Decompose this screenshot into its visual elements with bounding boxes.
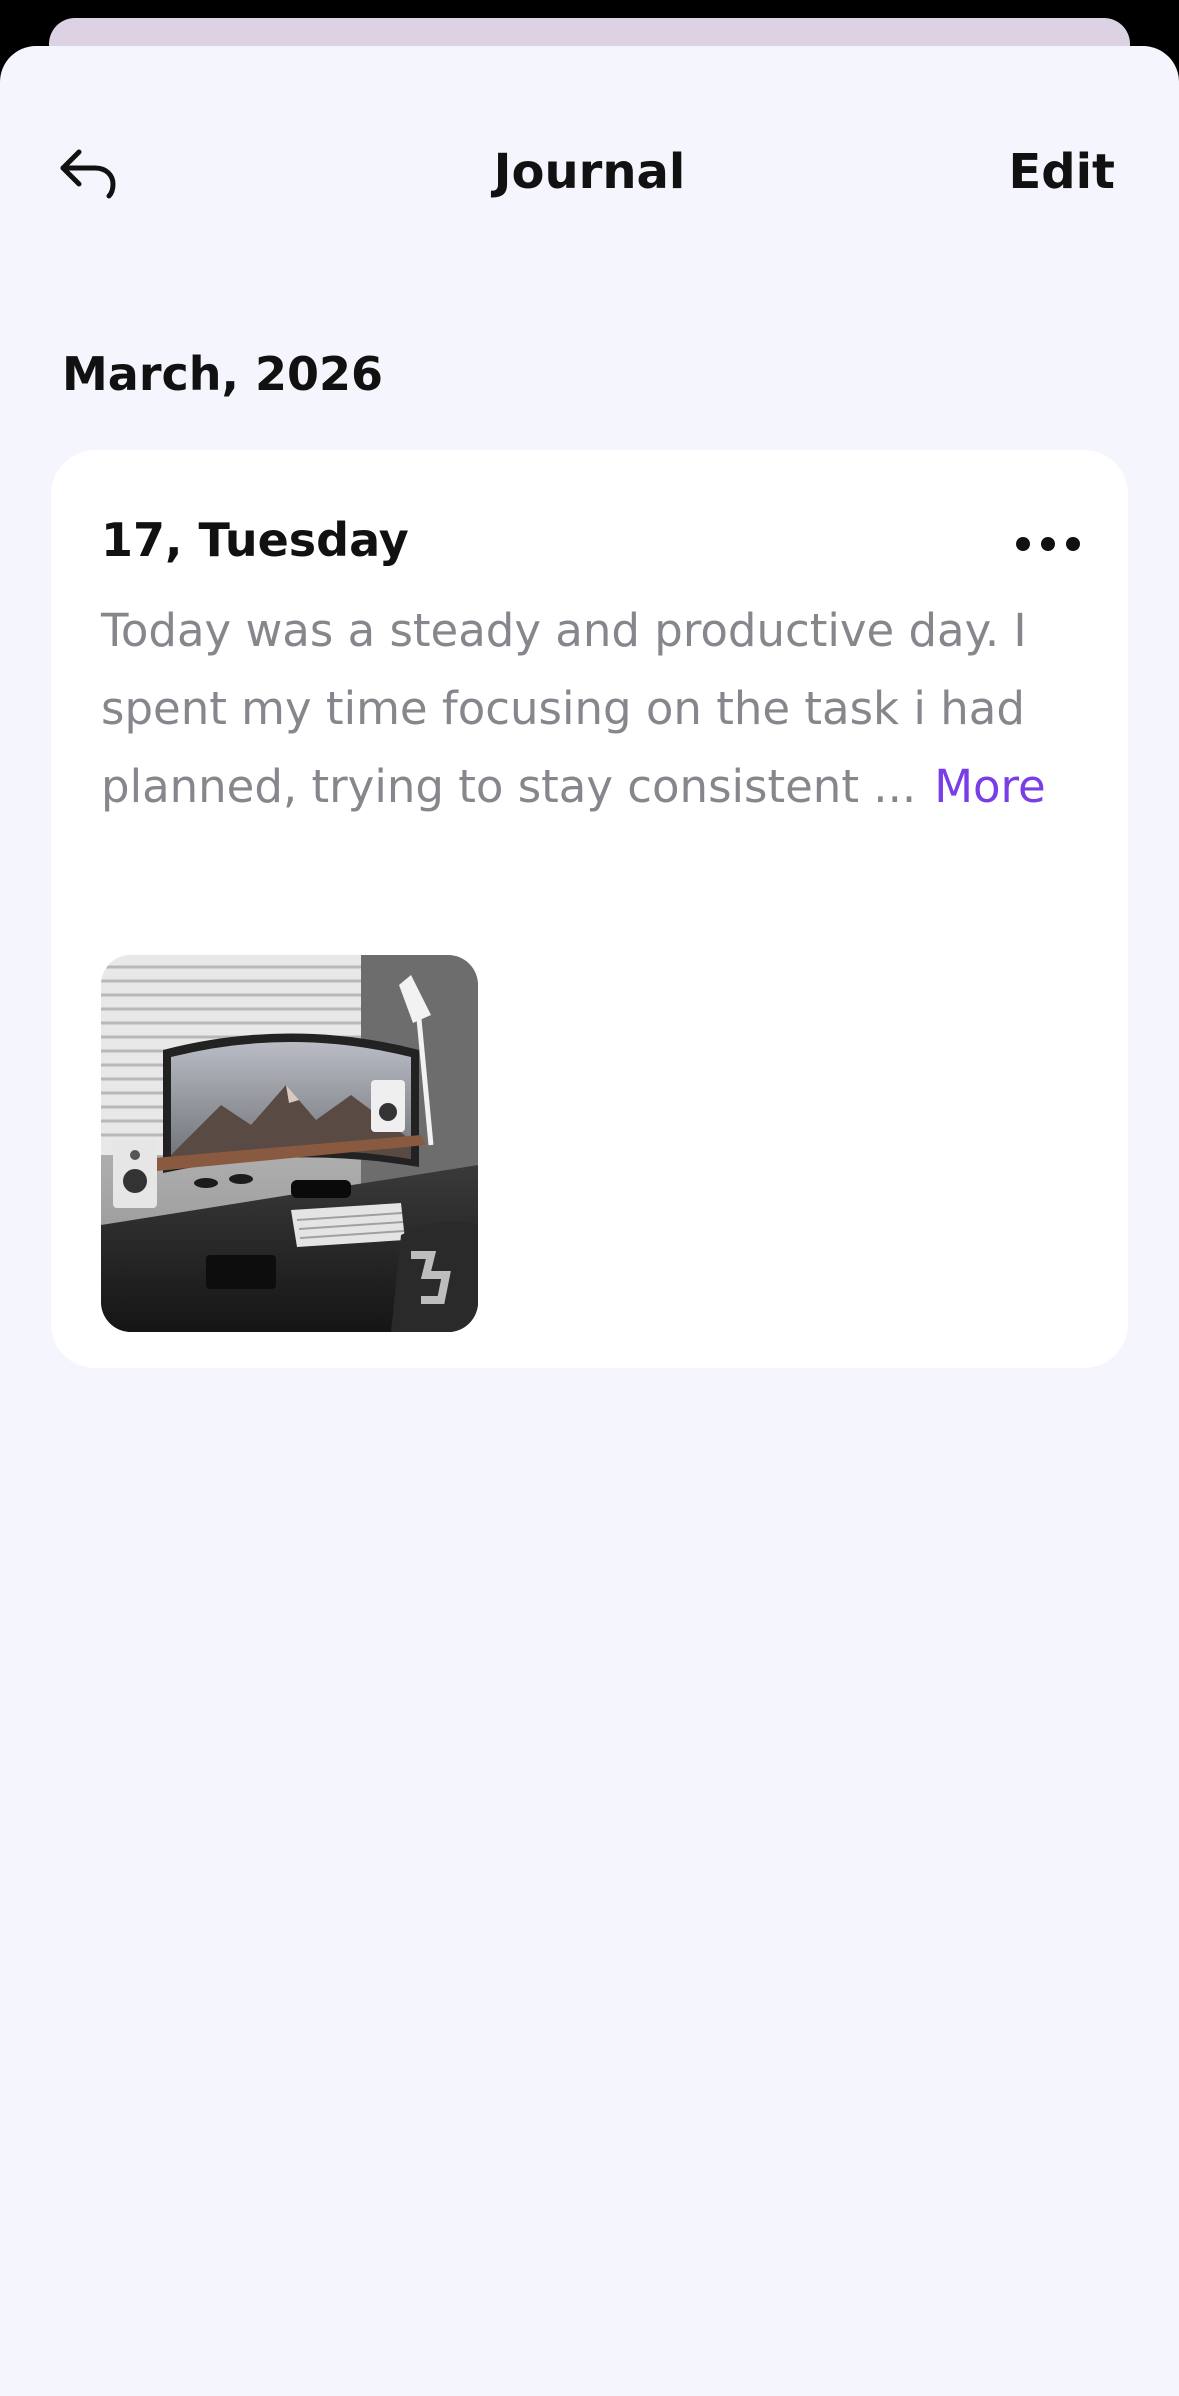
entry-text-line: planned, trying to stay consistent ... bbox=[101, 760, 917, 813]
entry-date: 17, Tuesday bbox=[101, 513, 409, 567]
page-title: Journal bbox=[493, 144, 686, 200]
entry-text-line-last: planned, trying to stay consistent ... Mo… bbox=[101, 748, 1091, 826]
month-heading: March, 2026 bbox=[62, 347, 384, 401]
menu-dot bbox=[1041, 537, 1055, 551]
menu-dot bbox=[1066, 537, 1080, 551]
desk-setup-photo[interactable] bbox=[101, 955, 478, 1332]
edit-button[interactable]: Edit bbox=[1008, 142, 1115, 202]
journal-entry-card[interactable]: 17, Tuesday Today was a steady and produ… bbox=[51, 450, 1128, 1368]
journal-sheet: Journal Edit March, 2026 17, Tuesday Tod… bbox=[0, 46, 1179, 2396]
more-horizontal-icon[interactable] bbox=[1016, 526, 1080, 562]
entry-text-line: spent my time focusing on the task i had bbox=[101, 682, 1025, 735]
more-link[interactable]: More bbox=[934, 760, 1046, 813]
entry-text-line: Today was a steady and productive day. I bbox=[101, 604, 1027, 657]
nav-bar: Journal Edit bbox=[0, 46, 1179, 286]
menu-dot bbox=[1016, 537, 1030, 551]
entry-preview-text: Today was a steady and productive day. I… bbox=[101, 592, 1091, 826]
photo-image bbox=[101, 955, 478, 1332]
